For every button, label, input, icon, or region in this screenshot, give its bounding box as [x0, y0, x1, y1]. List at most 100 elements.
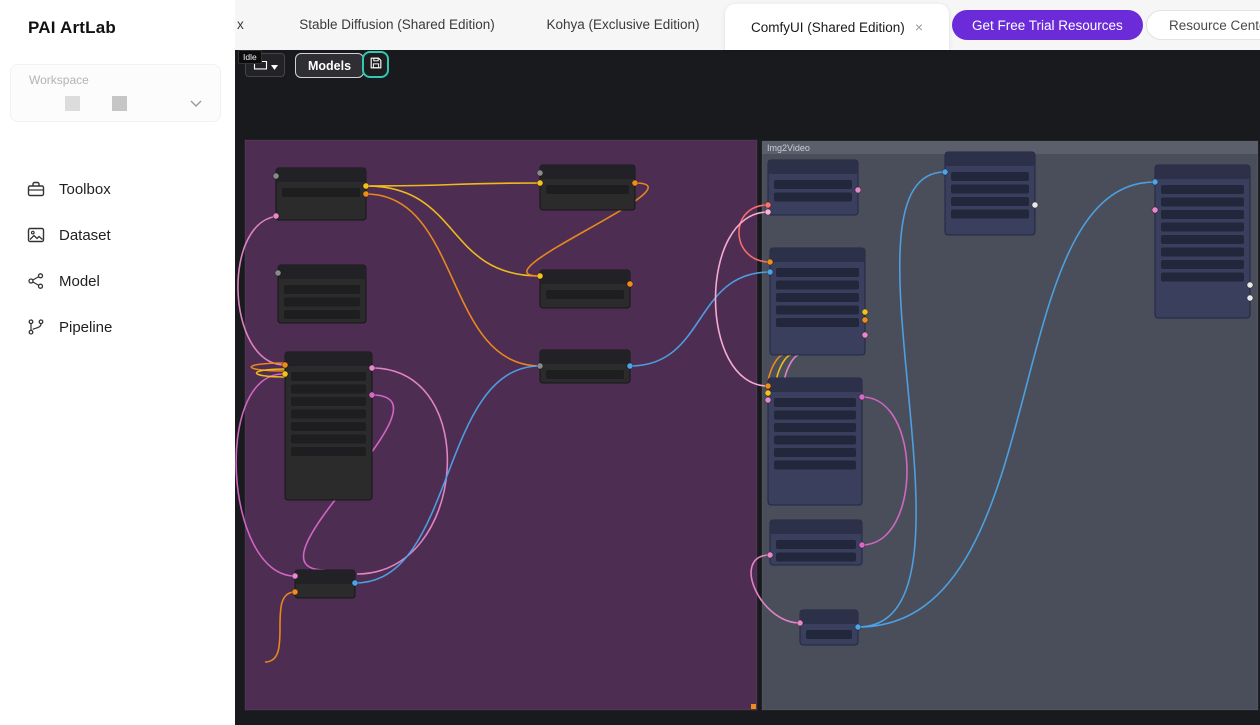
save-button[interactable]: [362, 51, 389, 78]
port-dot[interactable]: [862, 332, 868, 338]
node-graph[interactable]: Img2Video: [235, 50, 1260, 725]
sidebar-item-pipeline[interactable]: Pipeline: [0, 304, 235, 350]
models-button[interactable]: Models: [295, 53, 364, 78]
graph-node-title[interactable]: [285, 352, 372, 366]
port-dot[interactable]: [797, 620, 803, 626]
node-widget-row[interactable]: [1161, 185, 1244, 194]
node-widget-row[interactable]: [774, 193, 852, 202]
port-dot[interactable]: [627, 281, 633, 287]
node-widget-row[interactable]: [291, 422, 366, 431]
port-dot[interactable]: [369, 392, 375, 398]
node-widget-row[interactable]: [776, 553, 856, 562]
graph-node-title[interactable]: [945, 152, 1035, 166]
graph-node-title[interactable]: [768, 160, 858, 174]
node-widget-row[interactable]: [951, 185, 1029, 194]
node-widget-row[interactable]: [291, 410, 366, 419]
node-widget-row[interactable]: [774, 461, 856, 470]
port-dot[interactable]: [1032, 202, 1038, 208]
graph-node-title[interactable]: [278, 265, 366, 279]
port-dot[interactable]: [859, 542, 865, 548]
get-free-trial-button[interactable]: Get Free Trial Resources: [952, 10, 1143, 40]
resource-center-button[interactable]: Resource Center: [1146, 10, 1260, 40]
port-dot[interactable]: [1152, 207, 1158, 213]
port-dot[interactable]: [627, 363, 633, 369]
graph-node-title[interactable]: [540, 165, 635, 179]
sidebar-item-dataset[interactable]: Dataset: [0, 212, 235, 258]
port-dot[interactable]: [862, 309, 868, 315]
port-dot[interactable]: [765, 209, 771, 215]
node-widget-row[interactable]: [1161, 198, 1244, 207]
node-widget-row[interactable]: [291, 435, 366, 444]
port-dot[interactable]: [292, 589, 298, 595]
node-widget-row[interactable]: [1161, 235, 1244, 244]
port-dot[interactable]: [767, 552, 773, 558]
port-dot[interactable]: [859, 394, 865, 400]
port-dot[interactable]: [273, 213, 279, 219]
node-widget-row[interactable]: [776, 268, 859, 277]
node-widget-row[interactable]: [776, 540, 856, 549]
group-resize-handle[interactable]: [751, 704, 756, 709]
port-dot[interactable]: [632, 180, 638, 186]
node-widget-row[interactable]: [282, 188, 360, 197]
node-widget-row[interactable]: [546, 185, 629, 194]
graph-node-title[interactable]: [768, 378, 862, 392]
node-widget-row[interactable]: [774, 448, 856, 457]
port-dot[interactable]: [1247, 282, 1253, 288]
port-dot[interactable]: [282, 371, 288, 377]
port-dot[interactable]: [942, 169, 948, 175]
port-dot[interactable]: [537, 170, 543, 176]
node-widget-row[interactable]: [776, 293, 859, 302]
graph-node-title[interactable]: [540, 270, 630, 284]
node-widget-row[interactable]: [291, 447, 366, 456]
node-widget-row[interactable]: [774, 398, 856, 407]
node-widget-row[interactable]: [546, 370, 624, 379]
workspace-selector[interactable]: Workspace: [10, 64, 221, 122]
tab-kohya[interactable]: Kohya (Exclusive Edition): [546, 0, 699, 50]
node-widget-row[interactable]: [284, 310, 360, 319]
node-widget-row[interactable]: [774, 411, 856, 420]
tab-stable-diffusion[interactable]: Stable Diffusion (Shared Edition): [299, 0, 495, 50]
graph-node-title[interactable]: [800, 610, 858, 624]
port-dot[interactable]: [369, 365, 375, 371]
port-dot[interactable]: [855, 624, 861, 630]
sidebar-item-model[interactable]: Model: [0, 258, 235, 304]
tab-partial[interactable]: x: [237, 0, 244, 50]
node-canvas[interactable]: Img2Video Idle Models: [235, 50, 1260, 725]
port-dot[interactable]: [363, 183, 369, 189]
graph-node-title[interactable]: [540, 350, 630, 364]
node-widget-row[interactable]: [1161, 260, 1244, 269]
graph-node-title[interactable]: [276, 168, 366, 182]
port-dot[interactable]: [765, 397, 771, 403]
node-widget-row[interactable]: [284, 298, 360, 307]
node-widget-row[interactable]: [951, 197, 1029, 206]
node-widget-row[interactable]: [951, 172, 1029, 181]
port-dot[interactable]: [765, 390, 771, 396]
port-dot[interactable]: [862, 317, 868, 323]
node-widget-row[interactable]: [1161, 248, 1244, 257]
port-dot[interactable]: [363, 191, 369, 197]
port-dot[interactable]: [537, 180, 543, 186]
node-widget-row[interactable]: [546, 290, 624, 299]
port-dot[interactable]: [1247, 295, 1253, 301]
node-widget-row[interactable]: [776, 318, 859, 327]
node-widget-row[interactable]: [774, 423, 856, 432]
node-widget-row[interactable]: [291, 372, 366, 381]
graph-node-title[interactable]: [1155, 165, 1250, 179]
port-dot[interactable]: [1152, 179, 1158, 185]
port-dot[interactable]: [352, 580, 358, 586]
graph-node-title[interactable]: [770, 248, 865, 262]
node-widget-row[interactable]: [774, 180, 852, 189]
node-widget-row[interactable]: [776, 281, 859, 290]
node-widget-row[interactable]: [1161, 223, 1244, 232]
port-dot[interactable]: [767, 269, 773, 275]
node-widget-row[interactable]: [776, 306, 859, 315]
node-widget-row[interactable]: [774, 436, 856, 445]
port-dot[interactable]: [275, 270, 281, 276]
port-dot[interactable]: [765, 202, 771, 208]
port-dot[interactable]: [537, 273, 543, 279]
port-dot[interactable]: [292, 573, 298, 579]
tab-comfyui[interactable]: ComfyUI (Shared Edition) ×: [725, 4, 949, 50]
sidebar-item-toolbox[interactable]: Toolbox: [0, 166, 235, 212]
node-widget-row[interactable]: [284, 285, 360, 294]
port-dot[interactable]: [282, 362, 288, 368]
